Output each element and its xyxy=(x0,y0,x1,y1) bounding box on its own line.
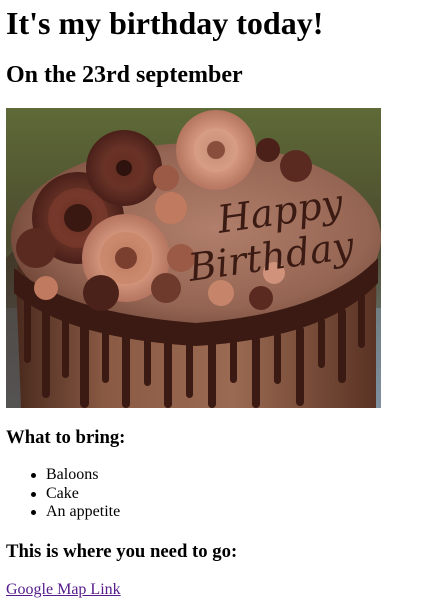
bullet-icon xyxy=(31,473,36,478)
bullet-icon xyxy=(31,491,36,497)
google-map-link[interactable]: Google Map Link xyxy=(6,580,121,599)
birthday-cake-image: Happy Birthday xyxy=(6,108,381,408)
list-item-label: An appetite xyxy=(46,503,121,520)
location-heading: This is where you need to go: xyxy=(6,541,238,562)
bring-list: Baloons Cake An appetite xyxy=(6,466,120,522)
page-title: It's my birthday today! xyxy=(6,5,324,41)
page-subtitle: On the 23rd september xyxy=(6,62,243,88)
list-item: Cake xyxy=(31,484,120,504)
list-item-label: Baloons xyxy=(46,466,99,483)
list-item: An appetite xyxy=(31,503,121,522)
bring-heading: What to bring: xyxy=(6,427,126,448)
list-item: Baloons xyxy=(31,466,120,485)
list-item-label: Cake xyxy=(46,484,79,502)
bullet-icon xyxy=(31,510,36,515)
